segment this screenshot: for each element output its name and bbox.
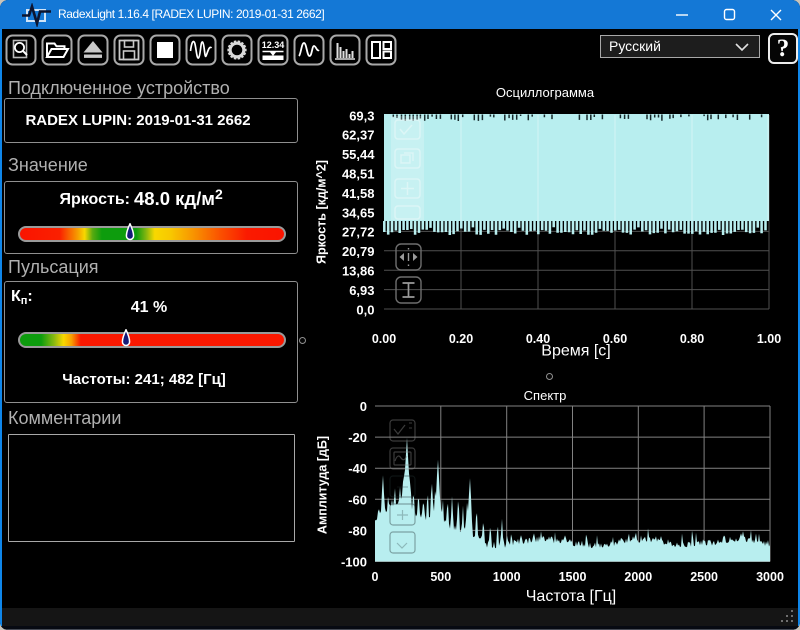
svg-text:Время [с]: Время [с] [541, 343, 610, 360]
svg-text:34,65: 34,65 [342, 205, 375, 220]
svg-text:-60: -60 [348, 492, 367, 507]
svg-text:-100: -100 [341, 555, 367, 570]
svg-text:12.34: 12.34 [262, 40, 285, 50]
svg-text:1.00: 1.00 [757, 332, 781, 346]
svg-text:1500: 1500 [559, 570, 587, 584]
svg-text:55,44: 55,44 [342, 147, 375, 162]
svg-text:6,93: 6,93 [349, 283, 374, 298]
svg-text:2500: 2500 [690, 570, 718, 584]
svg-text:3000: 3000 [756, 570, 784, 584]
svg-text:1000: 1000 [493, 570, 521, 584]
svg-text:0.80: 0.80 [680, 332, 704, 346]
svg-text:0: 0 [360, 399, 367, 414]
svg-text:0.00: 0.00 [372, 332, 396, 346]
svg-text:41,58: 41,58 [342, 186, 375, 201]
svg-text:Амплитуда [дБ]: Амплитуда [дБ] [316, 436, 330, 534]
svg-text:48,51: 48,51 [342, 167, 375, 182]
svg-text:Яркость [кд/м^2]: Яркость [кд/м^2] [315, 160, 329, 264]
svg-text:Спектр: Спектр [524, 388, 567, 403]
svg-text:2000: 2000 [624, 570, 652, 584]
svg-text:13,86: 13,86 [342, 264, 375, 279]
svg-text:Частота [Гц]: Частота [Гц] [526, 588, 616, 605]
svg-text:20,79: 20,79 [342, 244, 375, 259]
svg-text:-80: -80 [348, 523, 367, 538]
svg-text:Осциллограмма: Осциллограмма [496, 85, 595, 100]
svg-text:0: 0 [372, 570, 379, 584]
svg-text:69,3: 69,3 [349, 108, 374, 123]
svg-text:27,72: 27,72 [342, 225, 375, 240]
svg-text:-40: -40 [348, 461, 367, 476]
svg-text:-20: -20 [348, 430, 367, 445]
svg-text:0.20: 0.20 [449, 332, 473, 346]
svg-text:0,0: 0,0 [356, 302, 374, 317]
svg-text:500: 500 [430, 570, 451, 584]
svg-text:62,37: 62,37 [342, 128, 375, 143]
